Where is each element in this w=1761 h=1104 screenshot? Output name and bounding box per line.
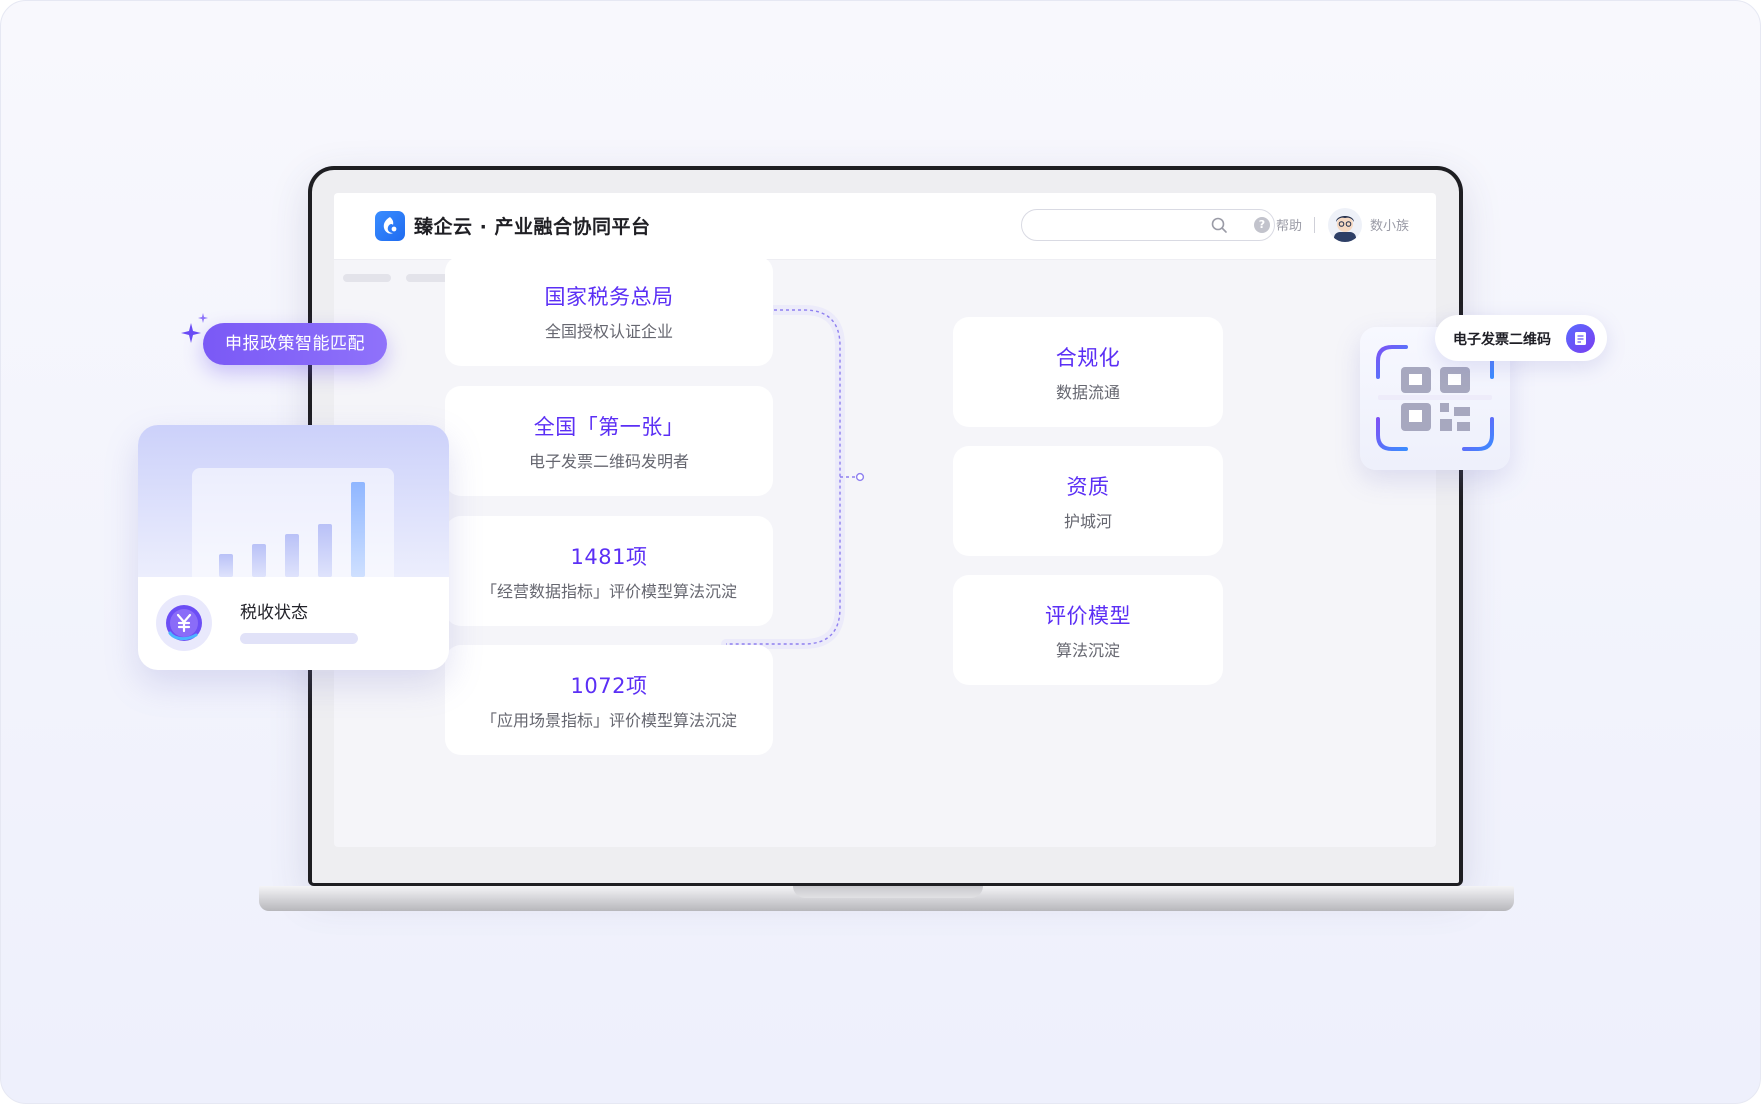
tax-status-label: 税收状态 bbox=[240, 603, 308, 623]
laptop-notch bbox=[793, 886, 983, 898]
info-card-qualification: 资质 护城河 bbox=[953, 446, 1223, 556]
bar-chart-illustration bbox=[192, 468, 394, 577]
e-invoice-qr-pill[interactable]: 电子发票二维码 bbox=[1435, 315, 1607, 361]
tax-status-bar bbox=[240, 633, 358, 644]
tax-card-header bbox=[138, 425, 449, 577]
info-card-evaluation-model: 评价模型 算法沉淀 bbox=[953, 575, 1223, 685]
info-card-scenario-indicators: 1072项 「应用场景指标」评价模型算法沉淀 bbox=[445, 645, 773, 755]
app-window: 臻企云 · 产业融合协同平台 ? 帮助 数小族 国家税务总局 全国授权认证企业 … bbox=[334, 193, 1436, 847]
qr-pill-label: 电子发票二维码 bbox=[1453, 332, 1551, 348]
info-card-first-invoice: 全国「第一张」 电子发票二维码发明者 bbox=[445, 386, 773, 496]
invoice-icon bbox=[1566, 324, 1595, 353]
info-card-compliance: 合规化 数据流通 bbox=[953, 317, 1223, 427]
laptop-screen: 臻企云 · 产业融合协同平台 ? 帮助 数小族 国家税务总局 全国授权认证企业 … bbox=[312, 170, 1459, 883]
policy-match-badge[interactable]: 申报政策智能匹配 bbox=[203, 323, 387, 365]
tax-status-card: 税收状态 bbox=[138, 425, 449, 670]
info-card-business-indicators: 1481项 「经营数据指标」评价模型算法沉淀 bbox=[445, 516, 773, 626]
background-canvas: 臻企云 · 产业融合协同平台 ? 帮助 数小族 国家税务总局 全国授权认证企业 … bbox=[0, 0, 1761, 1104]
yuan-coin-icon bbox=[156, 595, 212, 651]
info-card-tax-bureau: 国家税务总局 全国授权认证企业 bbox=[445, 256, 773, 366]
